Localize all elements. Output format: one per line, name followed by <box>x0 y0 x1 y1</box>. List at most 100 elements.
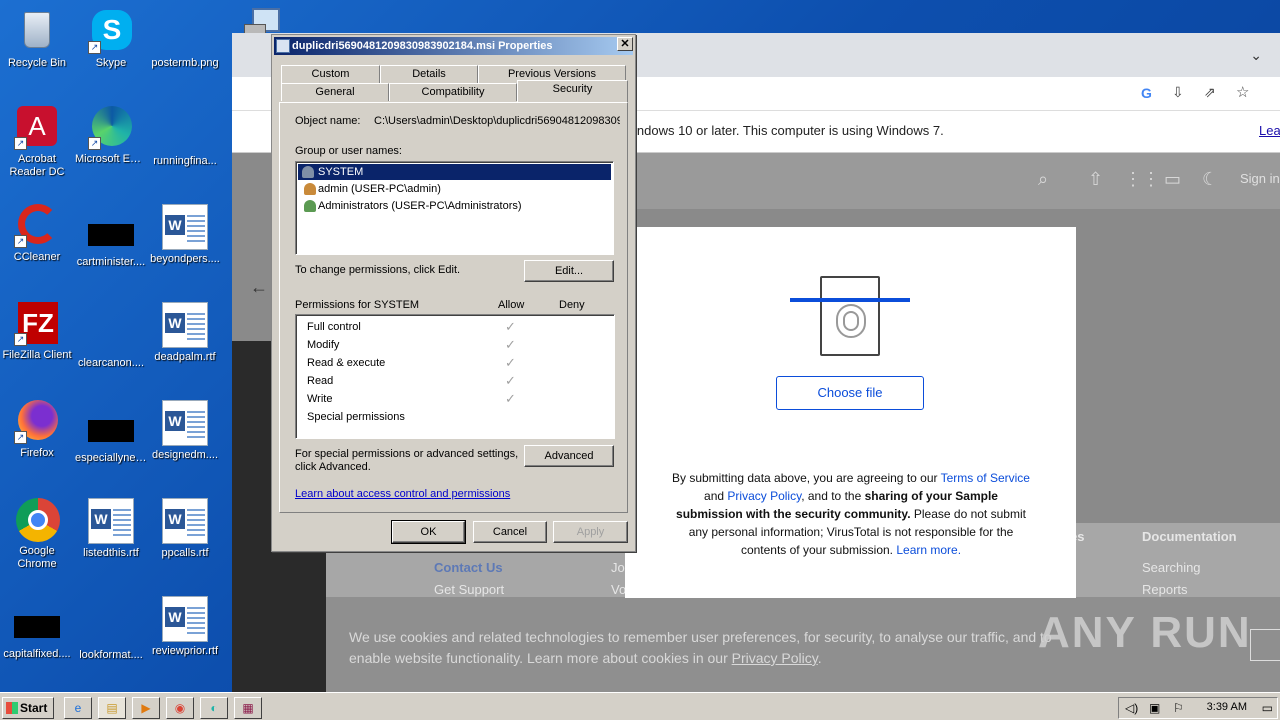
explorer-icon[interactable]: ▤ <box>98 697 126 719</box>
learn-more-link[interactable]: Learn more. <box>896 543 961 557</box>
desktop-icon-postermb[interactable]: postermb.png <box>148 8 222 70</box>
list-item[interactable]: Administrators (USER-PC\Administrators) <box>300 198 522 214</box>
desktop-icon-ccleaner[interactable]: ↗ CCleaner <box>0 202 74 264</box>
tab-general[interactable]: General <box>281 83 389 101</box>
file-icon <box>14 616 60 638</box>
show-desktop-icon[interactable]: ▭ <box>1262 701 1273 715</box>
footer-searching[interactable]: Searching <box>1142 560 1201 575</box>
clock[interactable]: 3:39 AM <box>1207 701 1247 713</box>
desktop-icon-listedthis[interactable]: W listedthis.rtf <box>74 498 148 560</box>
desktop-icon-ppcalls[interactable]: W ppcalls.rtf <box>148 498 222 560</box>
share-icon[interactable]: ⇗ <box>1204 84 1216 101</box>
desktop-icon-acrobat[interactable]: A ↗ Acrobat Reader DC <box>0 104 74 179</box>
edge-icon: ↗ <box>88 104 134 150</box>
disclaimer-text: , and to the <box>801 489 865 503</box>
disclaimer-text: By submitting data above, you are agreei… <box>672 471 941 485</box>
tab-details[interactable]: Details <box>380 65 478 83</box>
bookmark-star-icon[interactable]: ☆ <box>1236 83 1249 101</box>
ok-button[interactable]: OK <box>391 520 466 544</box>
desktop-icon-edge[interactable]: ↗ Microsoft Edge <box>74 104 148 166</box>
permissions-list[interactable]: Full control ✓ Modify ✓ Read & execute ✓… <box>295 314 615 439</box>
list-item[interactable]: admin (USER-PC\admin) <box>300 181 441 197</box>
privacy-link[interactable]: Privacy Policy <box>727 489 801 503</box>
users-list[interactable]: SYSTEM admin (USER-PC\admin) Administrat… <box>295 161 614 255</box>
advanced-button[interactable]: Advanced <box>524 445 614 467</box>
special-permissions-text-2: click Advanced. <box>295 461 371 473</box>
infobar-text: indows 10 or later. This computer is usi… <box>634 123 944 138</box>
back-arrow-icon[interactable]: ← <box>250 277 268 298</box>
scan-line <box>790 298 910 302</box>
upload-modal: Choose file By submitting data above, yo… <box>625 227 1076 598</box>
desktop-icon-capitalfixed[interactable]: capitalfixed.... <box>0 602 74 661</box>
choose-file-button[interactable]: Choose file <box>776 376 924 410</box>
desktop-icon-runningfina[interactable]: runningfina... <box>148 106 222 168</box>
chevron-down-icon[interactable]: ⌄ <box>1250 47 1262 64</box>
footer-reports[interactable]: Reports <box>1142 582 1188 597</box>
cookie-privacy-link[interactable]: Privacy Policy <box>732 650 818 666</box>
infobar-learn-more-link[interactable]: Lea <box>1259 123 1280 138</box>
close-icon[interactable]: ✕ <box>617 37 633 51</box>
anyrun-watermark: ANY RUN <box>1038 608 1252 657</box>
taskbar: Start e ▤ ▶ ◉ ◐ ▦ ◁) ▣ ⚐ 3:39 AM ▭ <box>0 692 1280 720</box>
file-icon <box>88 420 134 442</box>
allow-check-icon: ✓ <box>505 373 516 388</box>
desktop-icon-firefox[interactable]: ↗ Firefox <box>0 398 74 460</box>
desktop-icon-designedm[interactable]: W designedm.... <box>148 400 222 462</box>
install-icon[interactable]: ⇩ <box>1172 84 1184 101</box>
firefox-icon: ↗ <box>14 398 60 444</box>
tab-compatibility[interactable]: Compatibility <box>389 83 517 101</box>
footer-col2-b[interactable]: Vo <box>611 582 626 597</box>
desktop-icon-recycle-bin[interactable]: Recycle Bin <box>0 8 74 70</box>
allow-check-icon: ✓ <box>505 319 516 334</box>
edit-button[interactable]: Edit... <box>524 260 614 282</box>
notifications-icon[interactable]: ▭ <box>1164 169 1181 190</box>
desktop-icon-clearcanon[interactable]: clearcanon.... <box>74 308 148 370</box>
footer-contact-us[interactable]: Contact Us <box>434 560 503 575</box>
desktop-icon-lookformat[interactable]: lookformat.... <box>74 600 148 662</box>
recycle-bin-icon <box>14 8 60 54</box>
deny-column-header: Deny <box>559 299 585 311</box>
file-icon <box>88 600 134 646</box>
network-icon[interactable]: ▣ <box>1149 701 1160 715</box>
desktop-icon-skype[interactable]: S ↗ Skype <box>74 8 148 70</box>
desktop-icon-deadpalm[interactable]: W deadpalm.rtf <box>148 302 222 364</box>
google-icon[interactable]: G <box>1141 85 1152 101</box>
desktop-icon-chrome[interactable]: Google Chrome <box>0 496 74 571</box>
special-permissions-text: For special permissions or advanced sett… <box>295 448 519 460</box>
dialog-title-bar[interactable]: duplicdri5690481209830983902184.msi Prop… <box>274 37 633 55</box>
cookie-accept-button[interactable] <box>1250 629 1280 661</box>
fingerprint-file-icon <box>820 276 880 356</box>
volume-icon[interactable]: ◁) <box>1125 701 1138 715</box>
footer-get-support[interactable]: Get Support <box>434 582 504 597</box>
start-button[interactable]: Start <box>2 697 54 719</box>
permission-row: Modify <box>307 339 340 351</box>
tab-custom[interactable]: Custom <box>281 65 380 83</box>
apps-grid-icon[interactable]: ⋮⋮ <box>1124 169 1160 190</box>
footer-col2-a[interactable]: Jo <box>611 560 625 575</box>
dark-mode-icon[interactable]: ☾ <box>1202 169 1218 190</box>
desktop-icon-beyondpers[interactable]: W beyondpers.... <box>148 204 222 266</box>
cancel-button[interactable]: Cancel <box>473 521 547 543</box>
desktop-icon-cartminister[interactable]: cartminister.... <box>74 210 148 269</box>
apply-button[interactable]: Apply <box>553 521 628 543</box>
terms-link[interactable]: Terms of Service <box>941 471 1030 485</box>
winrar-icon[interactable]: ▦ <box>234 697 262 719</box>
group-label: Group or user names: <box>295 145 402 157</box>
desktop-icon-reviewprior[interactable]: W reviewprior.rtf <box>148 596 222 658</box>
desktop-icon-filezilla[interactable]: FZ ↗ FileZilla Client <box>0 300 74 362</box>
tab-security[interactable]: Security <box>517 80 628 102</box>
upload-icon[interactable]: ⇧ <box>1088 169 1103 190</box>
user-group-icon <box>302 166 314 178</box>
desktop-icon-especiallyne[interactable]: especiallyne.... <box>74 406 148 465</box>
learn-access-control-link[interactable]: Learn about access control and permissio… <box>295 488 510 500</box>
search-icon[interactable]: ⌕ <box>1038 169 1048 190</box>
chrome-icon[interactable]: ◉ <box>166 697 194 719</box>
user-name: admin (USER-PC\admin) <box>318 183 441 195</box>
flag-icon[interactable]: ⚐ <box>1173 701 1184 715</box>
media-player-icon[interactable]: ▶ <box>132 697 160 719</box>
submission-disclaimer: By submitting data above, you are agreei… <box>670 469 1032 559</box>
ie-icon[interactable]: e <box>64 697 92 719</box>
edge-icon[interactable]: ◐ <box>200 697 228 719</box>
list-item[interactable]: SYSTEM <box>298 164 611 180</box>
sign-in-link[interactable]: Sign in <box>1240 171 1280 186</box>
